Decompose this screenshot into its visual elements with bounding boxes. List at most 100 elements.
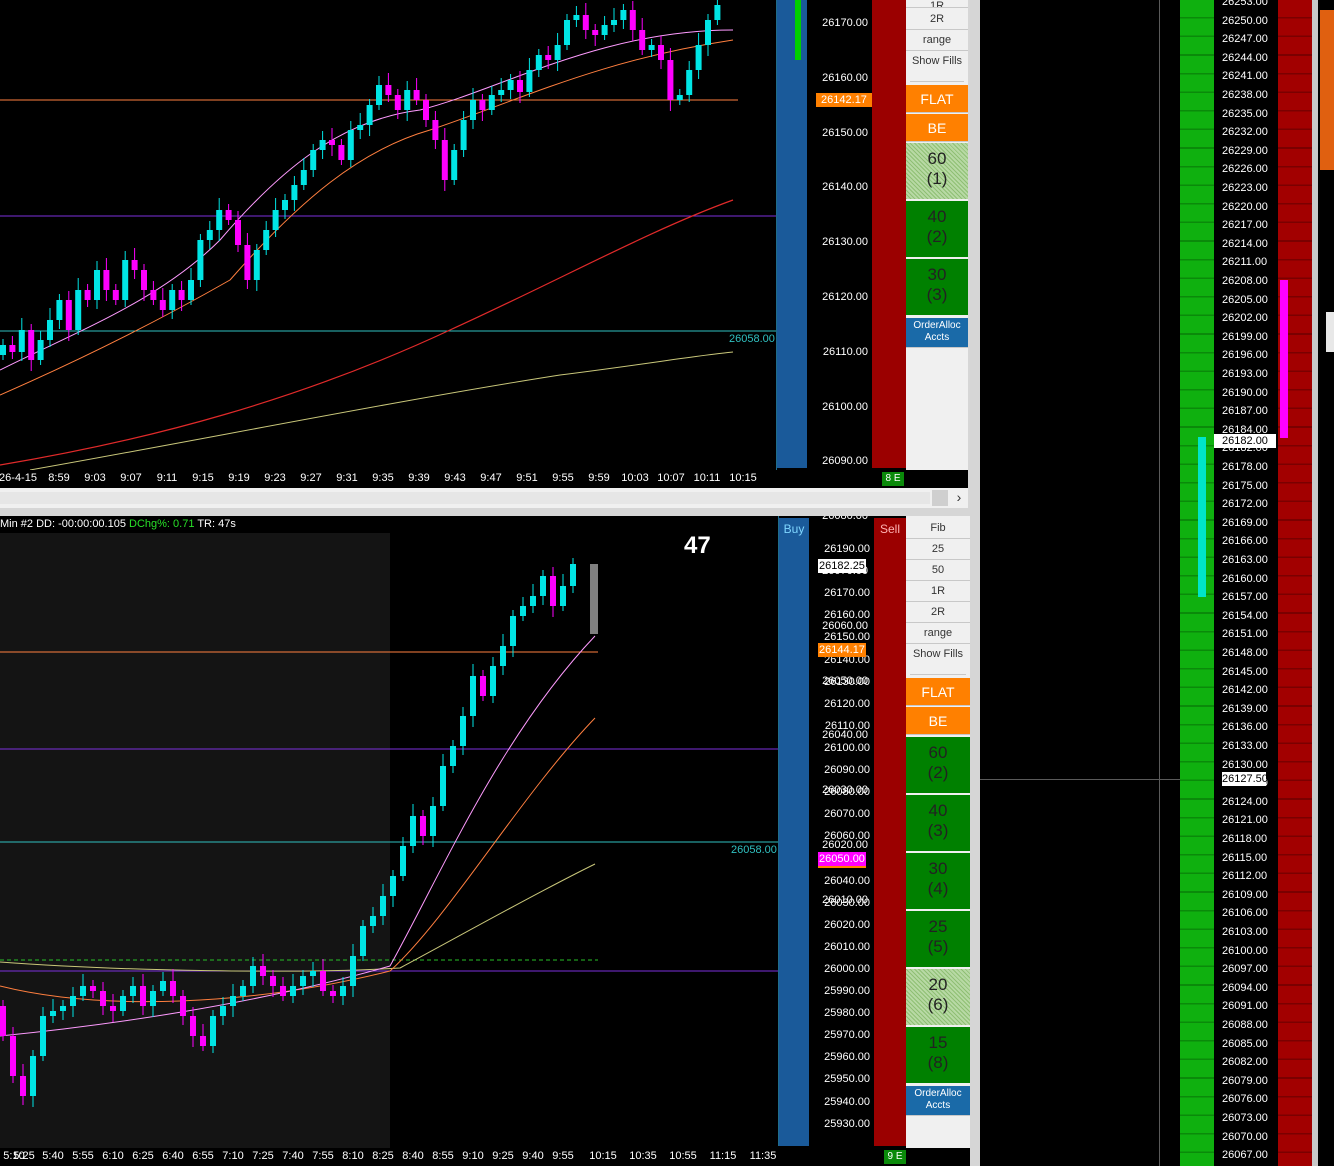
top-show-fills-button[interactable]: Show Fills: [910, 54, 964, 82]
top-sell-column[interactable]: [872, 0, 906, 468]
dom-price-level[interactable]: 26079.00: [1222, 1075, 1268, 1087]
dom-price-level[interactable]: 26211.00: [1222, 256, 1267, 268]
dom-price-level[interactable]: 26154.00: [1222, 610, 1268, 622]
bottom-sell-column[interactable]: Sell: [874, 518, 906, 1146]
top-chart-panel[interactable]: 26058.00: [0, 0, 776, 470]
dom-price-level[interactable]: 26250.00: [1222, 15, 1268, 27]
top-qty-30-button[interactable]: 30 (3): [906, 259, 968, 316]
dom-price-column[interactable]: 26253.00 26250.00 26247.00 26244.00 26241.00…: [1214, 0, 1278, 1166]
dom-price-level[interactable]: 26076.00: [1222, 1093, 1268, 1105]
bottom-qty-25-button[interactable]: 25 (5): [906, 911, 970, 968]
dom-price-level[interactable]: 26172.00: [1222, 498, 1268, 510]
dom-price-level[interactable]: 26133.00: [1222, 740, 1268, 752]
top-flat-button[interactable]: FLAT: [906, 85, 968, 113]
dom-price-level[interactable]: 26244.00: [1222, 52, 1268, 64]
dom-price-level[interactable]: 26217.00: [1222, 219, 1268, 231]
dom-price-level[interactable]: 26136.00: [1222, 721, 1268, 733]
dom-price-level[interactable]: 26166.00: [1222, 535, 1268, 547]
top-range-button[interactable]: range: [906, 30, 968, 51]
dom-price-level[interactable]: 26142.00: [1222, 684, 1268, 696]
dom-price-level[interactable]: 26088.00: [1222, 1019, 1268, 1031]
dom-price-level[interactable]: 26115.00: [1222, 852, 1267, 864]
dom-price-level[interactable]: 26073.00: [1222, 1112, 1268, 1124]
dom-price-level[interactable]: 26094.00: [1222, 982, 1268, 994]
dom-price-level[interactable]: 26208.00: [1222, 275, 1268, 287]
scrollbar-thumb[interactable]: [932, 490, 948, 506]
dom-price-level[interactable]: 26070.00: [1222, 1131, 1268, 1143]
bottom-price-axis[interactable]: 26190.00 26170.00 26160.00 26150.00 26140.00…: [810, 516, 874, 1148]
dom-price-level[interactable]: 26109.00: [1222, 889, 1268, 901]
bottom-range-button[interactable]: range: [906, 623, 970, 644]
dom-price-level[interactable]: 26175.00: [1222, 480, 1268, 492]
dom-price-level[interactable]: 26214.00: [1222, 238, 1268, 250]
dom-price-level[interactable]: 26169.00: [1222, 517, 1268, 529]
dom-price-level[interactable]: 26190.00: [1222, 387, 1268, 399]
dom-price-level[interactable]: 26223.00: [1222, 182, 1268, 194]
dom-price-level[interactable]: 26121.00: [1222, 814, 1268, 826]
top-be-button[interactable]: BE: [906, 114, 968, 142]
top-scrollbar[interactable]: ›: [0, 488, 968, 508]
dom-price-level[interactable]: 26178.00: [1222, 461, 1268, 473]
top-order-alloc-button[interactable]: OrderAlloc Accts: [906, 318, 968, 348]
dom-price-level[interactable]: 26067.00: [1222, 1149, 1268, 1161]
top-price-axis[interactable]: 26170.00 26160.00 26150.00 26140.00 26130.00…: [808, 0, 872, 906]
scrollbar-track[interactable]: [0, 492, 930, 504]
bottom-show-fills-button[interactable]: Show Fills: [910, 647, 966, 675]
dom-price-level[interactable]: 26148.00: [1222, 647, 1268, 659]
dom-price-level[interactable]: 26232.00: [1222, 126, 1268, 138]
dom-price-level[interactable]: 26103.00: [1222, 926, 1268, 938]
dom-price-level[interactable]: 26097.00: [1222, 963, 1268, 975]
bottom-2r-button[interactable]: 2R: [906, 602, 970, 623]
bottom-buy-column[interactable]: Buy: [779, 518, 809, 1146]
dom-price-level[interactable]: 26193.00: [1222, 368, 1268, 380]
dom-price-level[interactable]: 26196.00: [1222, 349, 1268, 361]
dom-price-level[interactable]: 26160.00: [1222, 573, 1268, 585]
dom-price-level[interactable]: 26139.00: [1222, 703, 1268, 715]
bottom-flat-button[interactable]: FLAT: [906, 678, 970, 706]
top-chart-canvas[interactable]: 26058.00: [0, 0, 776, 470]
dom-price-level[interactable]: 26238.00: [1222, 89, 1268, 101]
dom-price-level[interactable]: 26253.00: [1222, 0, 1268, 8]
dom-price-level[interactable]: 26145.00: [1222, 666, 1268, 678]
bottom-chart-canvas[interactable]: 26058.00: [0, 516, 778, 1148]
dom-price-level[interactable]: 26202.00: [1222, 312, 1268, 324]
dom-price-level[interactable]: 26118.00: [1222, 833, 1267, 845]
dom-price-level[interactable]: 26157.00: [1222, 591, 1268, 603]
dom-price-level[interactable]: 26235.00: [1222, 108, 1268, 120]
dom-price-level[interactable]: 26130.00: [1222, 759, 1268, 771]
dom-ask-column[interactable]: [1278, 0, 1312, 1166]
dom-price-level[interactable]: 26220.00: [1222, 201, 1268, 213]
bottom-qty-60-button[interactable]: 60 (2): [906, 737, 970, 794]
dom-price-level[interactable]: 26124.00: [1222, 796, 1268, 808]
top-1r-button[interactable]: 1R: [906, 0, 968, 8]
dom-price-level[interactable]: 26151.00: [1222, 628, 1268, 640]
dom-price-level[interactable]: 26226.00: [1222, 163, 1268, 175]
dom-price-level[interactable]: 26205.00: [1222, 294, 1268, 306]
dom-price-level[interactable]: 26199.00: [1222, 331, 1268, 343]
dom-price-level[interactable]: 26187.00: [1222, 405, 1268, 417]
dom-price-level[interactable]: 26241.00: [1222, 70, 1268, 82]
fib-button[interactable]: Fib: [906, 518, 970, 539]
bottom-qty-30-button[interactable]: 30 (4): [906, 853, 970, 910]
dom-price-level[interactable]: 26091.00: [1222, 1000, 1268, 1012]
dom-price-level[interactable]: 26082.00: [1222, 1056, 1268, 1068]
bottom-qty-20-button[interactable]: 20 (6): [906, 969, 970, 1026]
dom-price-level[interactable]: 26247.00: [1222, 33, 1268, 45]
top-qty-40-button[interactable]: 40 (2): [906, 201, 968, 258]
fib-25-button[interactable]: 25: [906, 539, 970, 560]
bottom-be-button[interactable]: BE: [906, 707, 970, 735]
dom-price-level[interactable]: 26085.00: [1222, 1038, 1268, 1050]
top-time-axis[interactable]: 26-4-15 8:59 9:03 9:07 9:11 9:15 9:19 9:23 9:27 9…: [0, 470, 906, 488]
bottom-qty-15-button[interactable]: 15 (8): [906, 1027, 970, 1084]
top-2r-button[interactable]: 2R: [906, 9, 968, 30]
dom-price-level[interactable]: 26106.00: [1222, 907, 1268, 919]
top-qty-60-button[interactable]: 60 (1): [906, 143, 968, 200]
bottom-order-alloc-button[interactable]: OrderAlloc Accts: [906, 1086, 970, 1116]
dom-price-level[interactable]: 26163.00: [1222, 554, 1268, 566]
dom-price-level[interactable]: 26112.00: [1222, 870, 1267, 882]
scroll-right-arrow-icon[interactable]: ›: [952, 489, 966, 505]
bottom-1r-button[interactable]: 1R: [906, 581, 970, 602]
dom-price-level[interactable]: 26100.00: [1222, 945, 1268, 957]
bottom-time-axis[interactable]: 5:10 5:25 5:40 5:55 6:10 6:25 6:40 6:55 7:10 7:25…: [0, 1148, 906, 1166]
dom-bid-column[interactable]: [1180, 0, 1214, 1166]
